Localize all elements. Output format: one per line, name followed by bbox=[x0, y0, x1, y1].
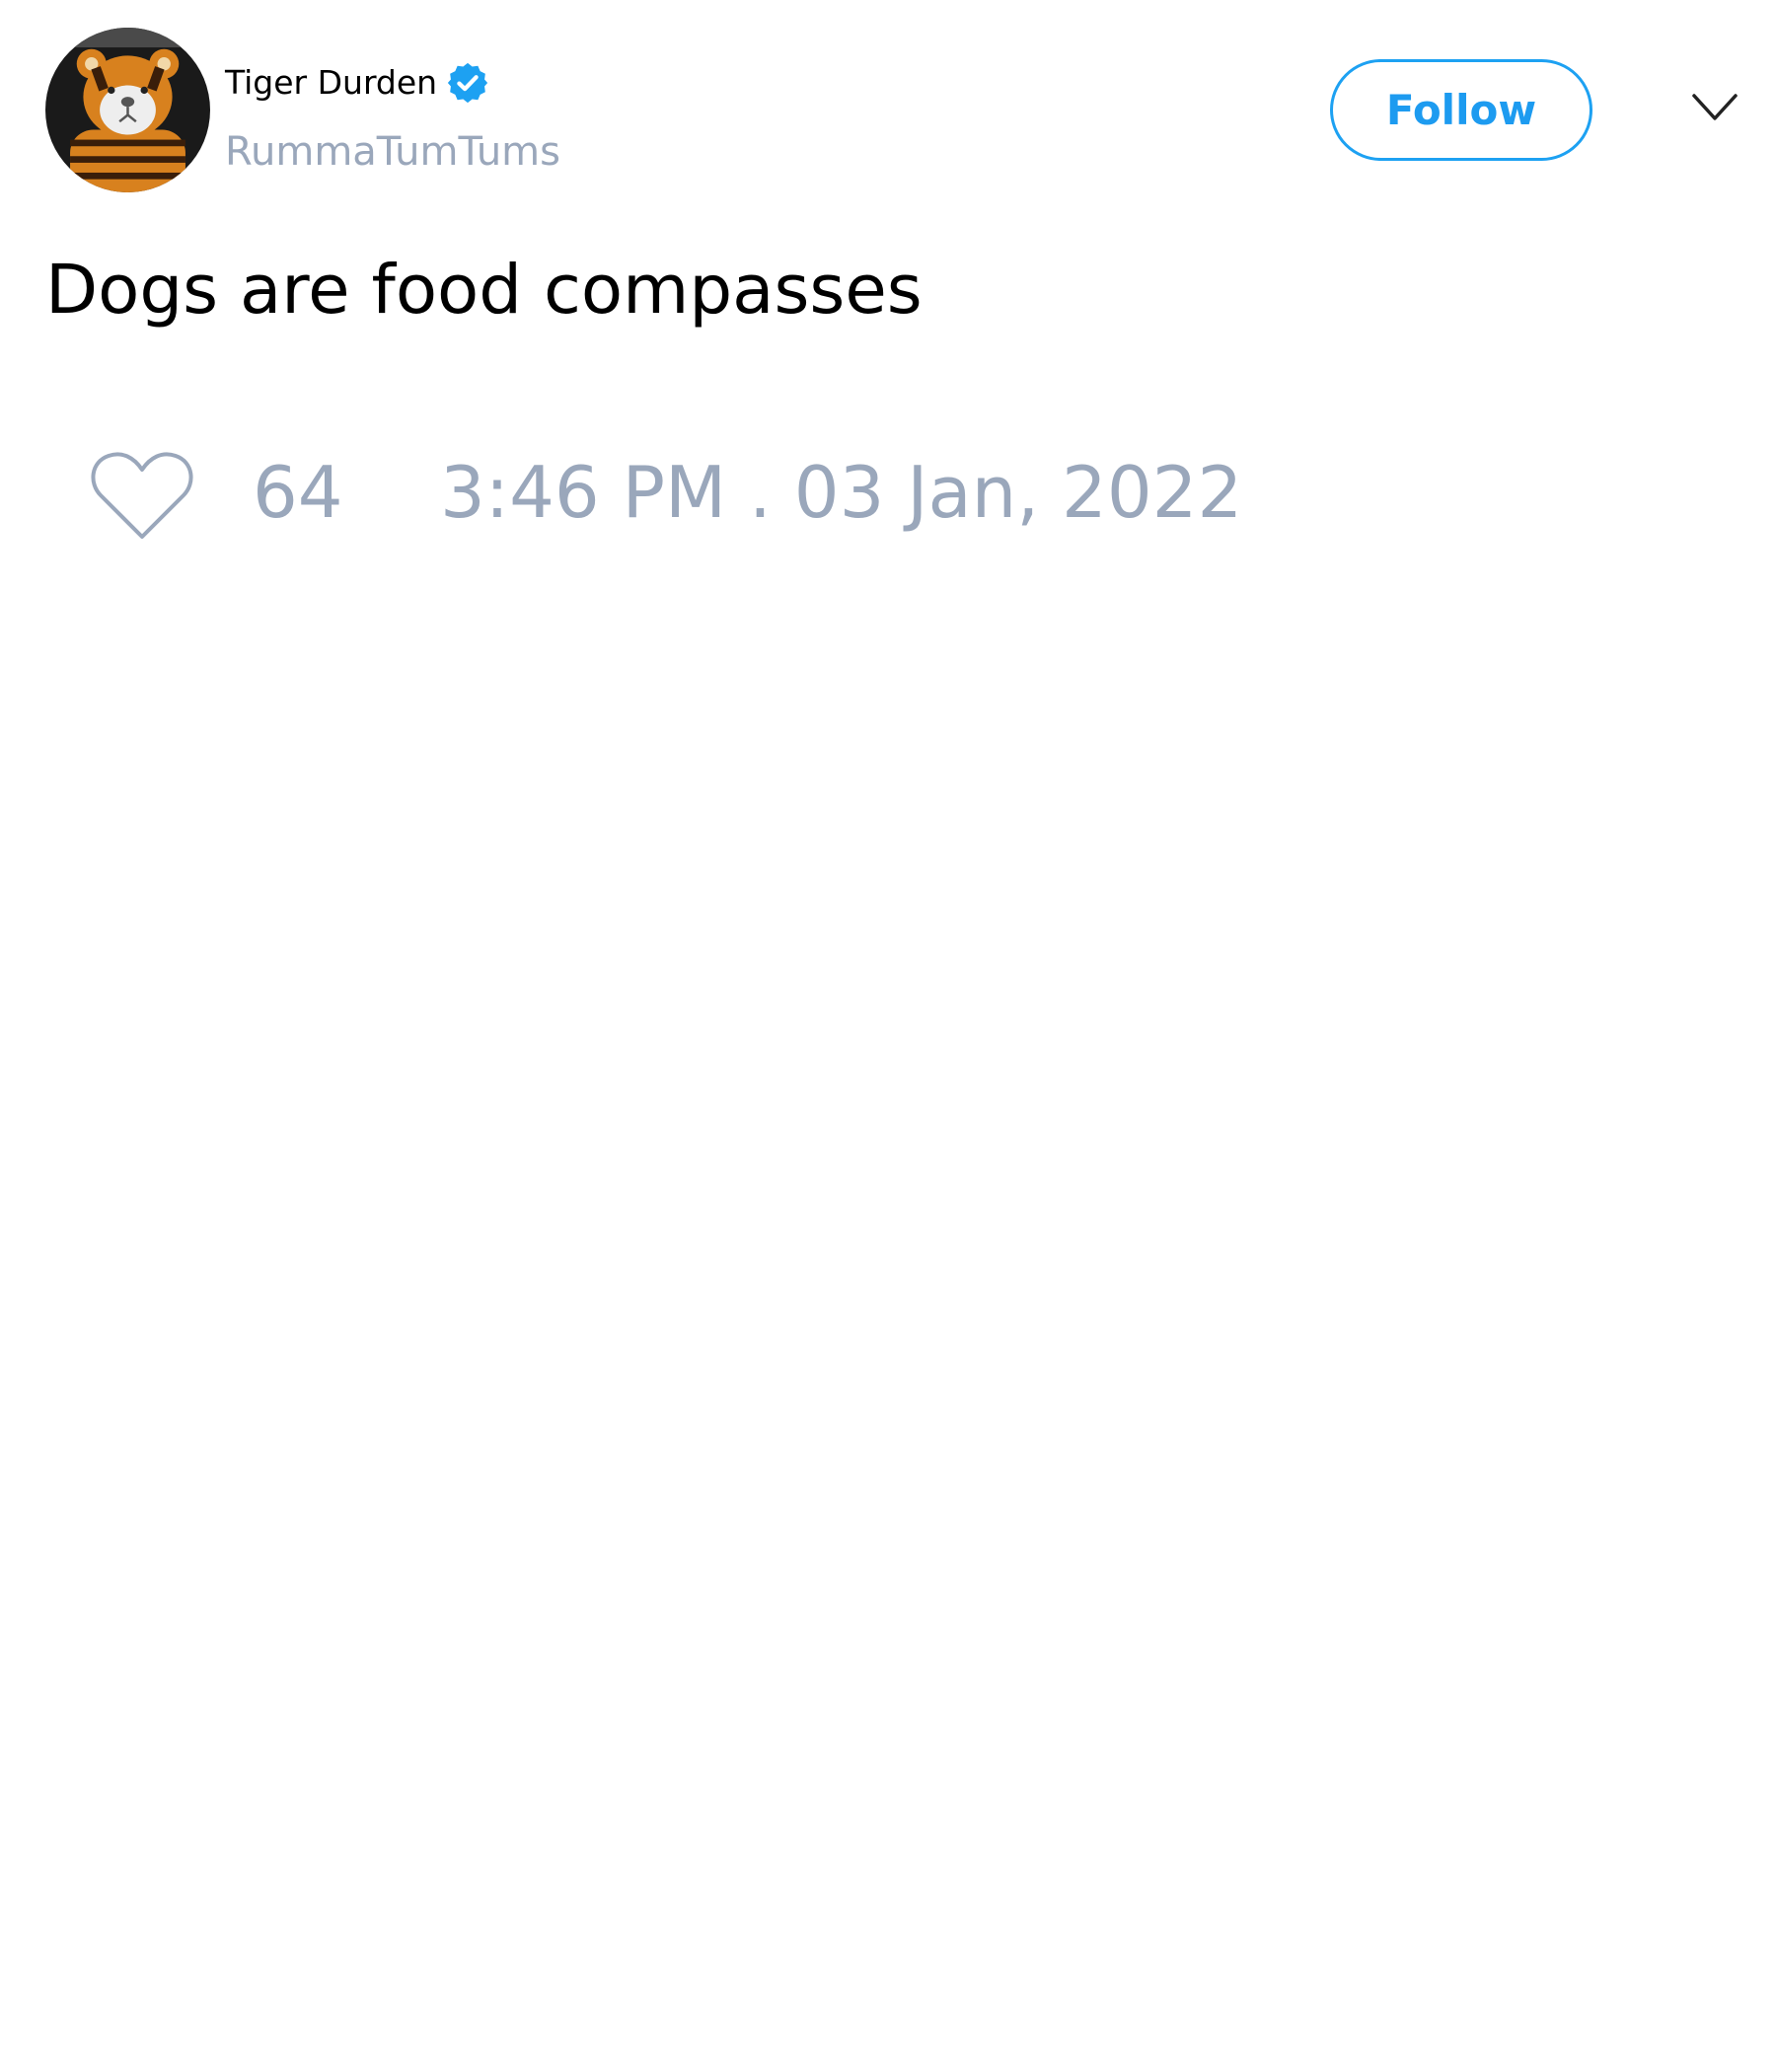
verified-badge-icon bbox=[445, 60, 490, 106]
like-count: 64 bbox=[253, 451, 343, 534]
avatar[interactable] bbox=[45, 28, 210, 192]
display-name[interactable]: Tiger Durden bbox=[225, 59, 437, 107]
tiger-plush-avatar-icon bbox=[45, 28, 210, 192]
follow-button[interactable]: Follow bbox=[1330, 59, 1592, 161]
heart-outline-icon[interactable] bbox=[89, 448, 195, 543]
tweet-timestamp[interactable]: 3:46 PM . 03 Jan, 2022 bbox=[440, 448, 1242, 537]
user-handle[interactable]: RummaTumTums bbox=[225, 126, 560, 178]
display-name-row: Tiger Durden bbox=[225, 59, 490, 107]
tweet-footer: 64 3:46 PM . 03 Jan, 2022 bbox=[0, 434, 1776, 553]
tweet-header: Tiger Durden RummaTumTums Follow bbox=[0, 0, 1776, 227]
tweet-text: Dogs are food compasses bbox=[45, 251, 923, 330]
chevron-down-icon[interactable] bbox=[1691, 91, 1739, 124]
